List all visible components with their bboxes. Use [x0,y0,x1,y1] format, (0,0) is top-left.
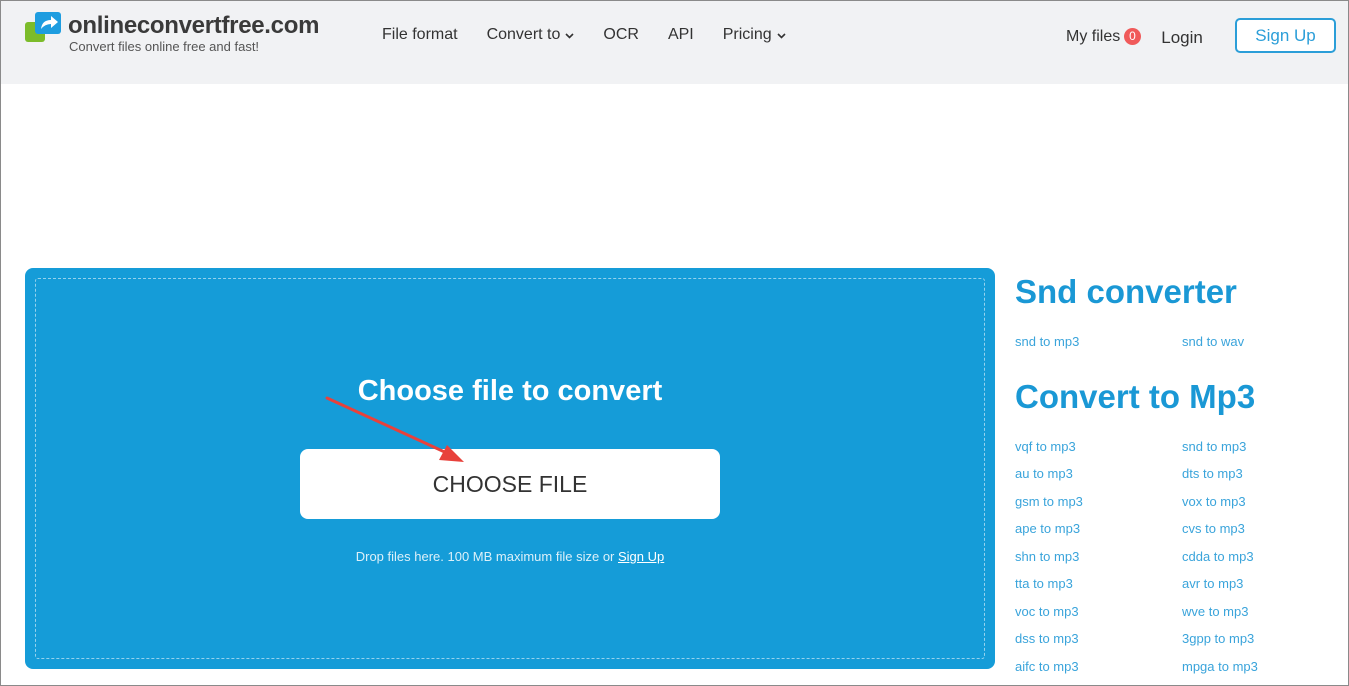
convert-to-mp3-links: vqf to mp3 snd to mp3 au to mp3 dts to m… [1015,433,1335,681]
link-snd-to-mp3[interactable]: snd to mp3 [1182,433,1332,461]
link-snd-to-mp3[interactable]: snd to mp3 [1015,328,1182,356]
nav-convert-to-label: Convert to [486,26,561,43]
sidebar: Snd converter snd to mp3 snd to wav Conv… [1015,273,1335,680]
header: onlineconvertfree.com Convert files onli… [1,1,1348,84]
link-au-to-mp3[interactable]: au to mp3 [1015,460,1182,488]
upload-title: Choose file to convert [357,375,663,407]
link-dts-to-mp3[interactable]: dts to mp3 [1182,460,1332,488]
snd-converter-links: snd to mp3 snd to wav [1015,328,1335,356]
link-3gpp-to-mp3[interactable]: 3gpp to mp3 [1182,625,1332,653]
my-files-count-badge: 0 [1124,28,1141,45]
annotation-arrow-icon [325,396,464,462]
drop-signup-link[interactable]: Sign Up [618,549,664,564]
link-aifc-to-mp3[interactable]: aifc to mp3 [1015,653,1182,681]
section-title-snd-converter: Snd converter [1015,273,1237,310]
login-link[interactable]: Login [1161,27,1203,49]
upload-dropzone[interactable]: Choose file to convert CHOOSE FILE Drop … [25,268,995,669]
nav-pricing[interactable]: Pricing [723,25,786,45]
drop-hint-text: Drop files here. 100 MB maximum file siz… [355,549,618,564]
link-voc-to-mp3[interactable]: voc to mp3 [1015,598,1182,626]
link-vqf-to-mp3[interactable]: vqf to mp3 [1015,433,1182,461]
link-tta-to-mp3[interactable]: tta to mp3 [1015,570,1182,598]
my-files-link[interactable]: My files 0 [1066,27,1141,47]
nav-ocr[interactable]: OCR [603,25,639,45]
chevron-down-icon [565,25,574,45]
signup-button[interactable]: Sign Up [1235,18,1336,53]
nav-convert-to[interactable]: Convert to [487,25,575,45]
nav-api-label: API [667,26,694,43]
link-cvs-to-mp3[interactable]: cvs to mp3 [1182,515,1332,543]
link-avr-to-mp3[interactable]: avr to mp3 [1182,570,1332,598]
link-cdda-to-mp3[interactable]: cdda to mp3 [1182,543,1332,571]
my-files-label: My files [1066,28,1121,45]
nav-file-format[interactable]: File format [382,25,458,45]
main-nav: File format Convert to OCR API Pricing [382,25,815,45]
link-mpga-to-mp3[interactable]: mpga to mp3 [1182,653,1332,681]
nav-ocr-label: OCR [603,26,639,43]
logo[interactable]: onlineconvertfree.com Convert files onli… [25,12,319,54]
link-dss-to-mp3[interactable]: dss to mp3 [1015,625,1182,653]
link-shn-to-mp3[interactable]: shn to mp3 [1015,543,1182,571]
chevron-down-icon [777,25,786,45]
nav-api[interactable]: API [668,25,694,45]
link-ape-to-mp3[interactable]: ape to mp3 [1015,515,1182,543]
link-wve-to-mp3[interactable]: wve to mp3 [1182,598,1332,626]
nav-pricing-label: Pricing [722,26,772,43]
logo-title: onlineconvertfree.com [68,12,320,39]
section-title-convert-to-mp3: Convert to Mp3 [1015,377,1256,415]
logo-subtitle: Convert files online free and fast! [69,39,260,54]
link-snd-to-wav[interactable]: snd to wav [1182,328,1332,356]
drop-hint: Drop files here. 100 MB maximum file siz… [25,549,995,564]
nav-file-format-label: File format [382,26,458,43]
logo-icon [25,12,61,42]
link-vox-to-mp3[interactable]: vox to mp3 [1182,488,1332,516]
link-gsm-to-mp3[interactable]: gsm to mp3 [1015,488,1182,516]
